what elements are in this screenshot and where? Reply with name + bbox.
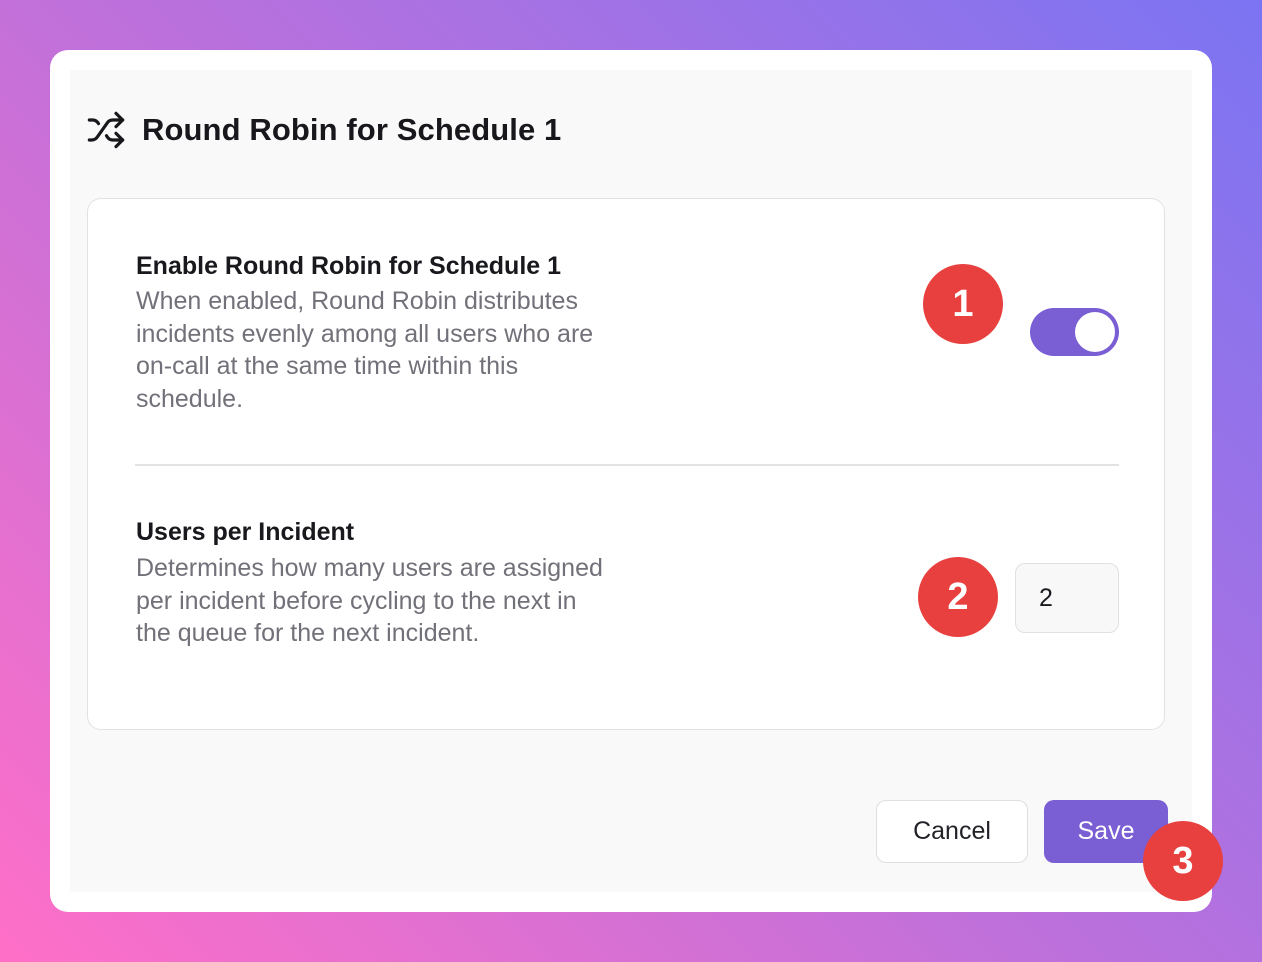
enable-round-robin-label: Enable Round Robin for Schedule 1 bbox=[136, 252, 562, 280]
shuffle-icon bbox=[86, 110, 126, 150]
modal-header: Round Robin for Schedule 1 bbox=[86, 108, 561, 152]
enable-round-robin-description: When enabled, Round Robin distributes in… bbox=[136, 287, 594, 413]
cancel-button[interactable]: Cancel bbox=[876, 800, 1028, 863]
users-per-incident-description: Determines how many users are assigned p… bbox=[136, 554, 603, 647]
users-per-incident-input[interactable] bbox=[1015, 563, 1119, 633]
annotation-badge-1: 1 bbox=[923, 264, 1003, 344]
annotation-badge-3: 3 bbox=[1143, 821, 1223, 901]
users-per-incident-label: Users per Incident bbox=[136, 518, 355, 546]
modal-title: Round Robin for Schedule 1 bbox=[142, 112, 562, 147]
annotation-badge-2: 2 bbox=[918, 557, 998, 637]
settings-divider bbox=[135, 464, 1119, 466]
enable-round-robin-toggle[interactable] bbox=[1030, 308, 1119, 356]
toggle-knob bbox=[1075, 312, 1115, 352]
